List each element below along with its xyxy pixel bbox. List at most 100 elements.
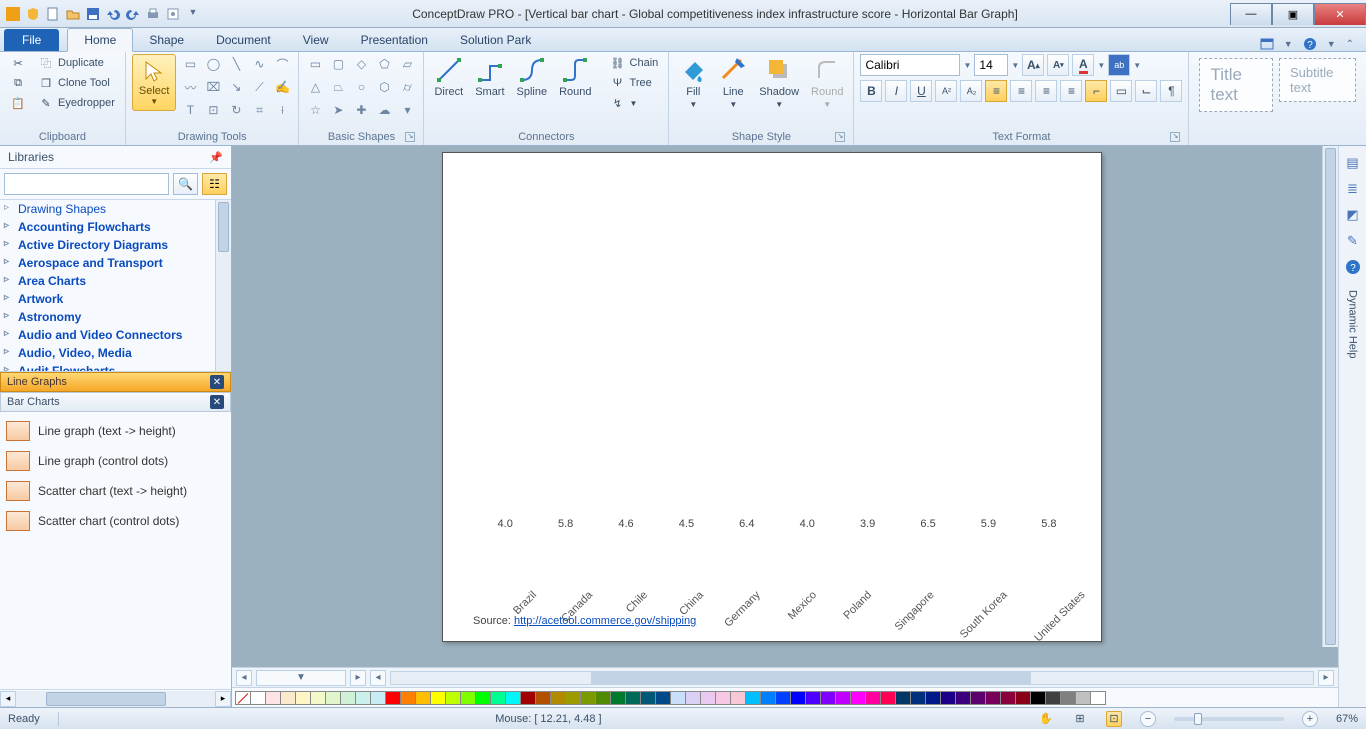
swatch-none[interactable] [235, 691, 251, 705]
align-right-button[interactable]: ≡ [1035, 80, 1057, 102]
color-swatch[interactable] [790, 691, 806, 705]
help-panel-icon[interactable]: ? [1344, 258, 1362, 276]
font-color-dropdown[interactable]: ▼ [1097, 61, 1105, 70]
line-spacing-button[interactable]: ¶ [1160, 80, 1182, 102]
maximize-button[interactable]: ▣ [1272, 3, 1314, 25]
text-tool[interactable]: T [180, 100, 200, 120]
shape-star[interactable]: ☆ [305, 100, 325, 120]
color-swatch[interactable] [520, 691, 536, 705]
line-tool[interactable]: ╲ [226, 54, 246, 74]
open-icon[interactable] [66, 7, 80, 21]
color-swatch[interactable] [490, 691, 506, 705]
pin-icon[interactable]: 📌 [209, 151, 223, 164]
size-dropdown[interactable]: ▼ [1011, 61, 1019, 70]
color-swatch[interactable] [985, 691, 1001, 705]
paste-button[interactable]: 📋 [6, 94, 30, 112]
color-swatch[interactable] [550, 691, 566, 705]
properties-panel-icon[interactable]: ◩ [1344, 206, 1362, 224]
dialog-launcher-icon[interactable]: ↘ [1170, 132, 1180, 142]
color-swatch[interactable] [910, 691, 926, 705]
color-swatch[interactable] [865, 691, 881, 705]
color-swatch[interactable] [580, 691, 596, 705]
canvas-hscroll[interactable] [390, 671, 1314, 685]
color-swatch[interactable] [340, 691, 356, 705]
page[interactable]: 4.05.84.64.56.44.03.96.55.95.8 BrazilCan… [442, 152, 1102, 642]
tab-home[interactable]: Home [67, 28, 133, 52]
color-swatch[interactable] [505, 691, 521, 705]
duplicate-button[interactable]: ⿻Duplicate [34, 54, 119, 72]
font-size-input[interactable] [974, 54, 1008, 76]
lib-aerospace[interactable]: Aerospace and Transport [0, 254, 231, 272]
canvas-vscroll[interactable] [1322, 146, 1338, 647]
shapes-more[interactable]: ▾ [397, 100, 417, 120]
tab-document[interactable]: Document [200, 29, 287, 51]
ellipse-tool[interactable]: ◯ [203, 54, 223, 74]
color-swatch[interactable] [955, 691, 971, 705]
color-swatch[interactable] [280, 691, 296, 705]
shadow-button[interactable]: Shadow▼ [755, 54, 803, 111]
valign-middle-button[interactable]: ▭ [1110, 80, 1132, 102]
rect-tool[interactable]: ▭ [180, 54, 200, 74]
zoom-slider[interactable] [1174, 717, 1284, 721]
shape-cross[interactable]: ✚ [351, 100, 371, 120]
color-swatch[interactable] [460, 691, 476, 705]
round-corners-button[interactable]: Round▼ [807, 54, 847, 111]
color-swatch[interactable] [1090, 691, 1106, 705]
arc-tool[interactable]: ⌒ [272, 54, 292, 74]
color-swatch[interactable] [895, 691, 911, 705]
color-swatch[interactable] [475, 691, 491, 705]
color-swatch[interactable] [400, 691, 416, 705]
zoom-in-button[interactable]: + [1302, 711, 1318, 727]
shape-pentagon[interactable]: ⬠ [374, 54, 394, 74]
page-next-button[interactable]: ▸ [350, 670, 366, 686]
lib-audio-video-connectors[interactable]: Audio and Video Connectors [0, 326, 231, 344]
source-link[interactable]: http://acetool.commerce.gov/shipping [514, 615, 696, 627]
color-swatch[interactable] [850, 691, 866, 705]
rotate-tool[interactable]: ↻ [226, 100, 246, 120]
color-swatch[interactable] [265, 691, 281, 705]
cut-button[interactable]: ✂ [6, 54, 30, 72]
font-color-button[interactable]: A [1072, 54, 1094, 76]
pan-mode-icon[interactable]: ✋ [1038, 711, 1054, 727]
shape-arrow[interactable]: ➤ [328, 100, 348, 120]
lib-active-directory[interactable]: Active Directory Diagrams [0, 236, 231, 254]
subtitle-placeholder[interactable]: Subtitle text [1279, 58, 1356, 102]
valign-bottom-button[interactable]: ⌙ [1135, 80, 1157, 102]
undo-icon[interactable] [106, 7, 120, 21]
library-search-input[interactable] [4, 173, 169, 195]
font-name-input[interactable] [860, 54, 960, 76]
connector-chain[interactable]: ⛓Chain [606, 54, 663, 72]
snap-guides-icon[interactable]: ⊡ [1106, 711, 1122, 727]
line-button[interactable]: Line▼ [715, 54, 751, 111]
color-swatch[interactable] [295, 691, 311, 705]
close-button[interactable]: ✕ [1314, 3, 1366, 25]
search-button[interactable]: 🔍 [173, 173, 198, 195]
drawing-canvas[interactable]: 4.05.84.64.56.44.03.96.55.95.8 BrazilCan… [232, 146, 1338, 667]
valign-top-button[interactable]: ⌐ [1085, 80, 1107, 102]
shape-line-graph-text[interactable]: Line graph (text -> height) [4, 416, 227, 446]
page-prev-button[interactable]: ◂ [236, 670, 252, 686]
scroll-right-icon[interactable]: ▸ [215, 691, 231, 707]
color-swatch[interactable] [565, 691, 581, 705]
grow-font-button[interactable]: A▴ [1022, 54, 1044, 76]
hscroll-right[interactable]: ▸ [1318, 670, 1334, 686]
minimize-button[interactable]: — [1230, 3, 1272, 25]
shrink-font-button[interactable]: A▾ [1047, 54, 1069, 76]
tab-view[interactable]: View [287, 29, 345, 51]
shape-roundrect[interactable]: ▢ [328, 54, 348, 74]
align-center-button[interactable]: ≡ [1010, 80, 1032, 102]
shield-icon[interactable] [26, 7, 40, 21]
color-swatch[interactable] [595, 691, 611, 705]
shape-cylinder[interactable]: ⌭ [397, 77, 417, 97]
lib-audit-flowcharts[interactable]: Audit Flowcharts [0, 362, 231, 372]
superscript-button[interactable]: A² [935, 80, 957, 102]
color-swatch[interactable] [1030, 691, 1046, 705]
framed-text-tool[interactable]: ⌧ [203, 77, 223, 97]
section-line-graphs[interactable]: Line Graphs✕ [0, 372, 231, 392]
measure-tool[interactable]: ⟊ [272, 100, 292, 120]
italic-button[interactable]: I [885, 80, 907, 102]
print-icon[interactable] [146, 7, 160, 21]
color-swatch[interactable] [625, 691, 641, 705]
layers-panel-icon[interactable]: ≣ [1344, 180, 1362, 198]
connector-options[interactable]: ↯▼ [606, 94, 663, 112]
